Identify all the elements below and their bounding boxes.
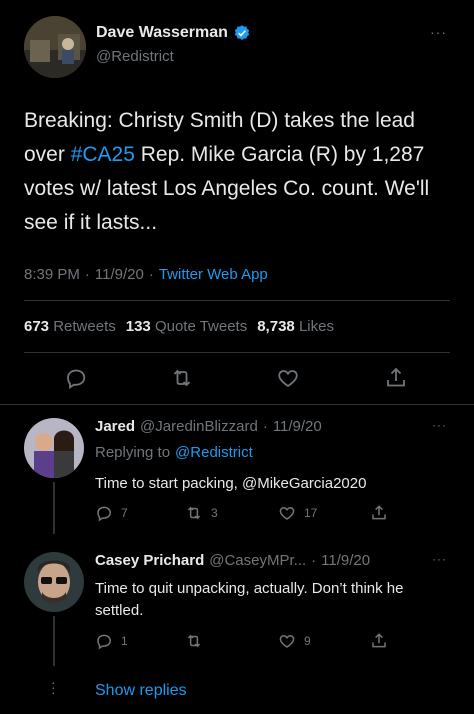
tweet-time[interactable]: 8:39 PM bbox=[24, 266, 80, 283]
divider bbox=[24, 352, 450, 353]
reply-avatar[interactable] bbox=[24, 418, 84, 478]
hashtag-link[interactable]: #CA25 bbox=[71, 143, 135, 166]
thread-line bbox=[53, 616, 55, 666]
separator: · bbox=[311, 552, 317, 569]
retweet-count: 3 bbox=[211, 506, 218, 520]
separator: · bbox=[148, 266, 154, 283]
reply-icon bbox=[95, 632, 113, 650]
tweet-date[interactable]: 11/9/20 bbox=[95, 266, 144, 283]
more-options-icon[interactable]: ··· bbox=[432, 552, 447, 566]
reply-action[interactable]: 7 bbox=[95, 504, 128, 522]
share-icon[interactable] bbox=[384, 366, 408, 390]
likes-count: 8,738 bbox=[257, 318, 295, 335]
like-action[interactable]: 9 bbox=[278, 632, 311, 650]
reply-count: 7 bbox=[121, 506, 128, 520]
reply-avatar[interactable] bbox=[24, 552, 84, 612]
quotes-count: 133 bbox=[125, 318, 151, 335]
more-options-icon[interactable]: ··· bbox=[430, 24, 447, 40]
retweets-stat[interactable]: 673 Retweets bbox=[24, 318, 116, 335]
like-icon[interactable] bbox=[276, 366, 300, 390]
separator: · bbox=[84, 266, 90, 283]
like-count: 17 bbox=[304, 506, 318, 520]
like-count: 9 bbox=[304, 634, 311, 648]
more-options-icon[interactable]: ··· bbox=[432, 418, 447, 432]
retweet-icon bbox=[185, 632, 203, 650]
tweet-text: Breaking: Christy Smith (D) takes the le… bbox=[24, 104, 454, 240]
author-handle[interactable]: @Redistrict bbox=[96, 48, 174, 65]
divider bbox=[24, 300, 450, 301]
retweet-icon[interactable] bbox=[170, 366, 194, 390]
quotes-stat[interactable]: 133 Quote Tweets bbox=[126, 318, 247, 335]
quotes-label: Quote Tweets bbox=[154, 318, 248, 335]
reply-count: 1 bbox=[121, 634, 128, 648]
reply-text: Time to quit unpacking, actually. Don’t … bbox=[95, 580, 404, 619]
thread-line bbox=[53, 482, 55, 534]
likes-label: Likes bbox=[298, 318, 334, 335]
retweet-action[interactable] bbox=[185, 632, 211, 650]
reply-author-name[interactable]: Jared bbox=[95, 418, 135, 435]
author-name[interactable]: Dave Wasserman bbox=[96, 24, 228, 42]
reply-icon bbox=[95, 504, 113, 522]
reply-date[interactable]: 11/9/20 bbox=[321, 552, 370, 569]
like-icon bbox=[278, 504, 296, 522]
separator: · bbox=[262, 418, 268, 435]
divider bbox=[0, 404, 474, 405]
likes-stat[interactable]: 8,738 Likes bbox=[257, 318, 334, 335]
share-icon[interactable] bbox=[370, 632, 388, 650]
reply-author-name[interactable]: Casey Prichard bbox=[95, 552, 204, 569]
replying-to-handle[interactable]: @Redistrict bbox=[175, 444, 253, 461]
reply-date[interactable]: 11/9/20 bbox=[273, 418, 322, 435]
replying-to-label: Replying to bbox=[95, 444, 171, 461]
retweets-label: Retweets bbox=[53, 318, 116, 335]
verified-badge-icon bbox=[233, 24, 251, 42]
retweet-icon bbox=[185, 504, 203, 522]
retweet-action[interactable]: 3 bbox=[185, 504, 218, 522]
show-replies-link[interactable]: Show replies bbox=[95, 682, 187, 700]
like-icon bbox=[278, 632, 296, 650]
author-avatar[interactable] bbox=[24, 16, 86, 78]
tweet-source[interactable]: Twitter Web App bbox=[159, 266, 268, 283]
reply-text: Time to start packing, @MikeGarcia2020 bbox=[95, 475, 367, 492]
reply-handle[interactable]: @JaredinBlizzard bbox=[140, 418, 258, 435]
reply-icon[interactable] bbox=[64, 366, 88, 390]
avatar-photo bbox=[24, 552, 84, 612]
like-action[interactable]: 17 bbox=[278, 504, 317, 522]
reply-handle[interactable]: @CaseyMPr... bbox=[209, 552, 306, 569]
avatar-photo bbox=[24, 16, 86, 78]
retweets-count: 673 bbox=[24, 318, 50, 335]
avatar-photo bbox=[24, 418, 84, 478]
thread-dots-icon: · · · bbox=[51, 674, 56, 700]
share-icon[interactable] bbox=[370, 504, 388, 522]
reply-action[interactable]: 1 bbox=[95, 632, 128, 650]
